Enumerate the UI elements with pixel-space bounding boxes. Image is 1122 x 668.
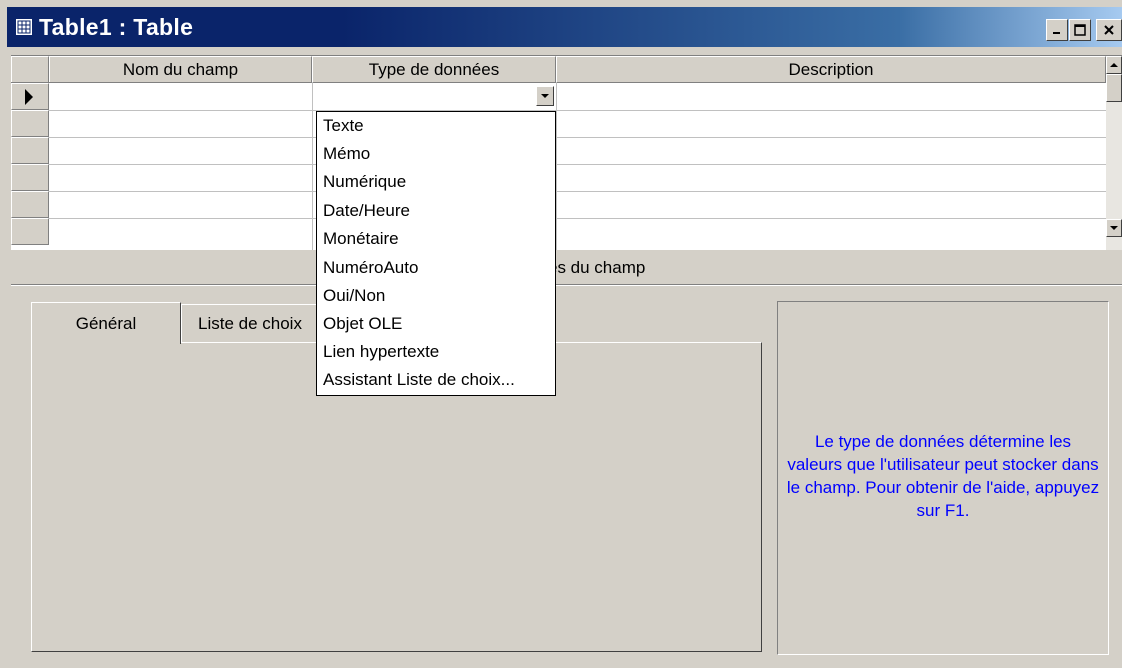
minimize-icon <box>1053 32 1060 34</box>
data-type-option[interactable]: Texte <box>323 116 364 136</box>
data-type-option[interactable]: Objet OLE <box>323 314 402 334</box>
scroll-thumb[interactable] <box>1106 74 1122 102</box>
scroll-up-button[interactable] <box>1106 56 1122 74</box>
row-selector[interactable] <box>11 164 49 191</box>
row-selector[interactable] <box>11 191 49 218</box>
field-properties-label: és du champ <box>548 258 646 277</box>
maximize-button[interactable] <box>1069 19 1091 41</box>
window-title: Table1 : Table <box>39 14 194 40</box>
grid-line <box>49 137 1106 138</box>
description-cell[interactable] <box>557 83 1106 110</box>
grid-line <box>49 110 1106 111</box>
data-type-option[interactable]: Oui/Non <box>323 286 385 306</box>
grid-line <box>49 191 1106 192</box>
row-selector[interactable] <box>11 137 49 164</box>
row-selector[interactable] <box>11 110 49 137</box>
grid-line <box>49 164 1106 165</box>
close-button[interactable] <box>1096 19 1122 41</box>
table-design-window: Table1 : Table Nom du champ Type de donn… <box>0 0 1122 668</box>
tab-lookup[interactable]: Liste de choix <box>181 304 321 342</box>
data-type-option[interactable]: Date/Heure <box>323 201 410 221</box>
data-type-option[interactable]: Lien hypertexte <box>323 342 439 362</box>
data-type-option[interactable]: Monétaire <box>323 229 399 249</box>
arrow-down-icon <box>1110 226 1118 230</box>
column-header-data-type[interactable]: Type de données <box>312 56 556 82</box>
data-type-combo[interactable] <box>313 83 556 110</box>
data-type-list: Texte Mémo Numérique Date/Heure Monétair… <box>316 111 556 396</box>
scroll-down-button[interactable] <box>1106 219 1122 237</box>
divider <box>11 284 1122 286</box>
maximize-icon <box>1074 24 1086 36</box>
current-row-icon <box>25 89 33 105</box>
data-type-option[interactable]: Mémo <box>323 144 370 164</box>
grid-header: Nom du champ Type de données Description <box>11 56 1106 83</box>
column-header-field-name[interactable]: Nom du champ <box>49 56 312 82</box>
data-type-dropdown-button[interactable] <box>536 86 554 106</box>
grid-line <box>49 218 1106 219</box>
minimize-button[interactable] <box>1046 19 1068 41</box>
data-type-option[interactable]: NuméroAuto <box>323 258 418 278</box>
data-type-option[interactable]: Numérique <box>323 172 406 192</box>
column-header-description[interactable]: Description <box>556 56 1106 82</box>
arrow-up-icon <box>1110 63 1118 67</box>
table-icon <box>15 18 33 36</box>
field-name-cell[interactable] <box>50 83 312 110</box>
help-text: Le type de données détermine les valeurs… <box>786 432 1100 520</box>
row-selector[interactable] <box>11 218 49 245</box>
data-type-option[interactable]: Assistant Liste de choix... <box>323 370 515 390</box>
corner-selector[interactable] <box>11 56 49 82</box>
field-grid: Nom du champ Type de données Description <box>11 55 1122 250</box>
close-icon <box>1104 25 1114 35</box>
row-selector-current[interactable] <box>11 83 49 110</box>
help-panel: Le type de données détermine les valeurs… <box>777 301 1109 655</box>
tab-general[interactable]: Général <box>31 302 181 344</box>
title-bar[interactable]: Table1 : Table <box>7 7 1122 47</box>
chevron-down-icon <box>541 94 549 98</box>
vertical-scrollbar[interactable] <box>1106 56 1122 250</box>
